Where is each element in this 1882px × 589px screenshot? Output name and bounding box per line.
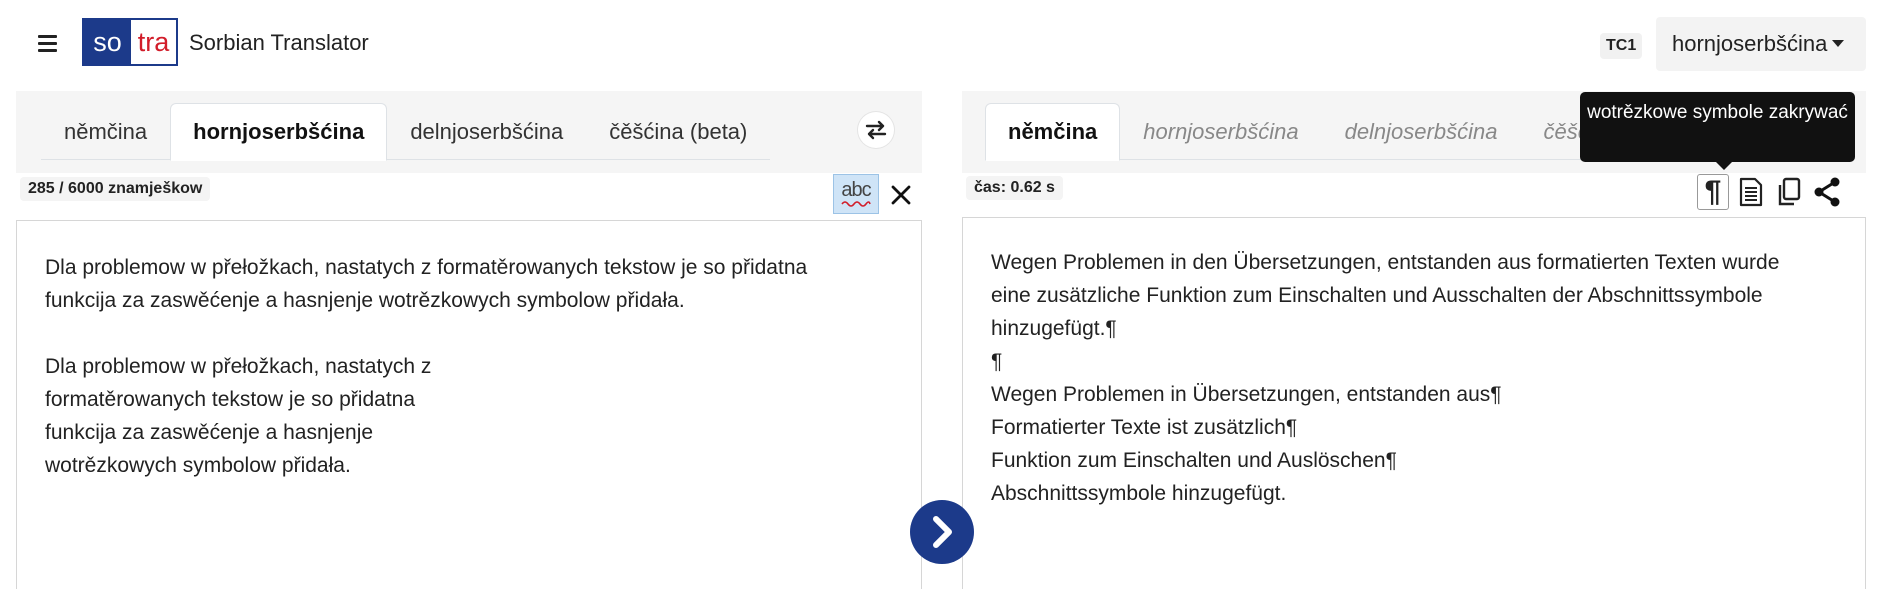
translate-button[interactable] <box>910 500 974 564</box>
spellcheck-icon: abc <box>841 179 871 201</box>
source-tab-german[interactable]: němčina <box>41 103 170 160</box>
logo-tra: tra <box>131 20 176 64</box>
top-bar: so tra Sorbian Translator TC1 hornjoserb… <box>0 0 1882 88</box>
pilcrow-toggle-button[interactable]: ¶ <box>1697 174 1729 210</box>
target-tab-lower-sorbian[interactable]: delnjoserbšćina <box>1322 103 1521 160</box>
pilcrow-icon: ¶ <box>1704 175 1722 208</box>
document-button[interactable] <box>1735 174 1767 210</box>
logo-so: so <box>84 20 131 64</box>
spellcheck-button[interactable]: abc <box>833 174 879 214</box>
caret-down-icon <box>1832 40 1844 47</box>
pilcrow-tooltip: wotrězkowe symbole zakrywać <box>1580 92 1855 170</box>
spellcheck-wave-icon <box>841 201 871 207</box>
ui-language-label: hornjoserbšćina <box>1672 31 1828 56</box>
source-tab-czech[interactable]: čěšćina (beta) <box>586 103 770 160</box>
target-toolbar: ¶ <box>1697 174 1843 210</box>
app-title: Sorbian Translator <box>189 30 369 55</box>
copy-icon <box>1778 177 1801 206</box>
char-counter: 285 / 6000 znamješkow <box>20 177 211 201</box>
target-tab-german[interactable]: němčina <box>985 103 1121 161</box>
close-icon <box>891 185 911 205</box>
source-text-area[interactable]: Dla problemow w přełožkach, nastatych z … <box>16 220 922 589</box>
target-text-area: Wegen Problemen in den Übersetzungen, en… <box>962 217 1866 589</box>
copy-button[interactable] <box>1773 174 1805 210</box>
clear-text-button[interactable] <box>886 178 916 212</box>
source-tab-upper-sorbian[interactable]: hornjoserbšćina <box>170 103 388 161</box>
share-icon <box>1814 177 1840 207</box>
chevron-right-icon <box>933 516 952 548</box>
target-tab-upper-sorbian[interactable]: hornjoserbšćina <box>1120 103 1321 160</box>
swap-languages-button[interactable] <box>858 112 894 148</box>
hamburger-icon[interactable] <box>34 32 64 56</box>
source-panel-header: němčina hornjoserbšćina delnjoserbšćina … <box>16 91 922 173</box>
share-button[interactable] <box>1811 174 1843 210</box>
document-icon <box>1739 177 1763 207</box>
swap-arrows-icon <box>865 120 887 140</box>
logo[interactable]: so tra <box>82 18 178 66</box>
tc-badge: TC1 <box>1600 33 1643 59</box>
source-tab-lower-sorbian[interactable]: delnjoserbšćina <box>387 103 586 160</box>
source-language-tabs: němčina hornjoserbšćina delnjoserbšćina … <box>41 103 771 161</box>
translation-time: čas: 0.62 s <box>966 176 1063 200</box>
ui-language-select[interactable]: hornjoserbšćina <box>1656 17 1866 71</box>
